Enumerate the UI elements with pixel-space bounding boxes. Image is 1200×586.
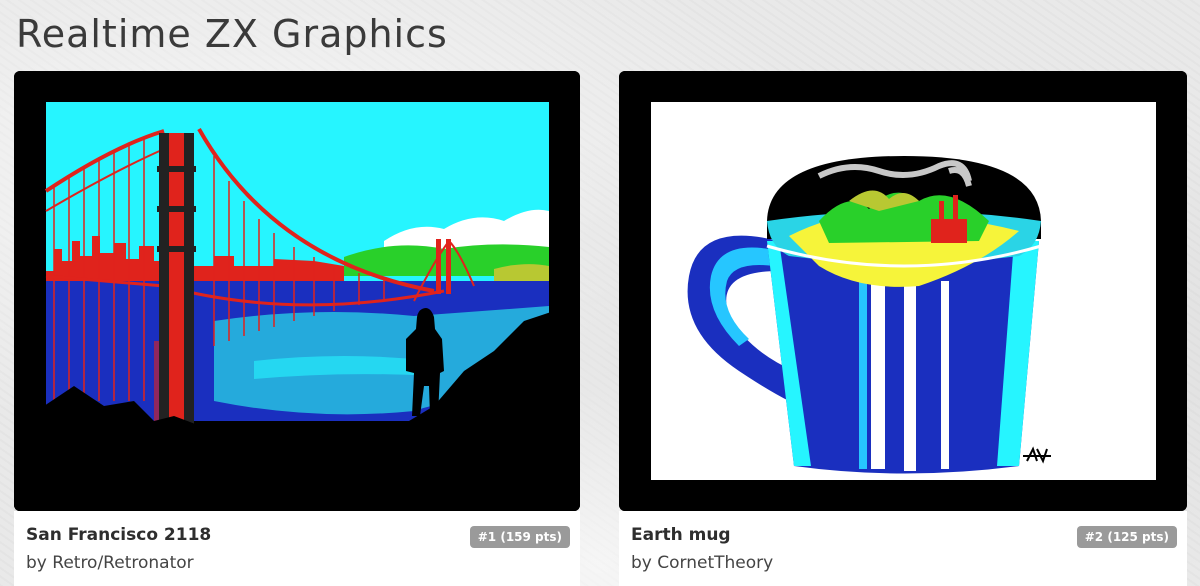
earth-mug-artwork <box>619 71 1187 511</box>
artwork-card: Earth mug by CornetTheory #2 (125 pts) <box>619 71 1187 586</box>
artwork-image-earth-mug[interactable] <box>619 71 1187 511</box>
author-link[interactable]: CornetTheory <box>657 553 773 573</box>
byline-prefix: by <box>26 553 47 573</box>
artwork-card: San Francisco 2118 by Retro/Retronator #… <box>14 71 580 586</box>
artwork-byline: by Retro/Retronator <box>26 553 194 573</box>
artwork-image-san-francisco[interactable] <box>14 71 580 511</box>
artwork-title[interactable]: Earth mug <box>631 525 731 545</box>
artwork-info: Earth mug by CornetTheory #2 (125 pts) <box>619 511 1187 586</box>
byline-prefix: by <box>631 553 652 573</box>
rank-badge: #1 (159 pts) <box>469 526 570 548</box>
artwork-info: San Francisco 2118 by Retro/Retronator #… <box>14 511 580 586</box>
rank-badge: #2 (125 pts) <box>1076 526 1177 548</box>
artwork-title[interactable]: San Francisco 2118 <box>26 525 211 545</box>
san-francisco-artwork <box>14 71 580 511</box>
page-title: Realtime ZX Graphics <box>16 12 448 56</box>
author-link[interactable]: Retro/Retronator <box>52 553 193 573</box>
artwork-byline: by CornetTheory <box>631 553 773 573</box>
